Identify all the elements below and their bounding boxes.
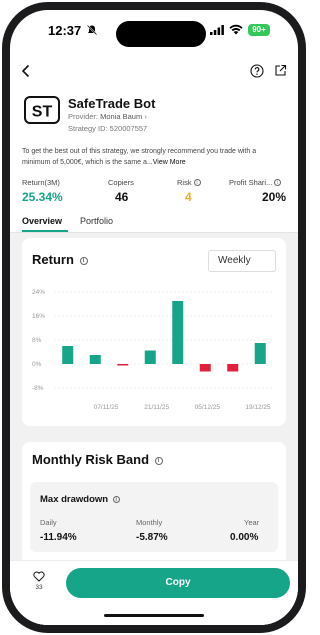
stat-label-risk: Risk i: [177, 178, 201, 187]
info-icon[interactable]: i: [274, 179, 282, 186]
description-text: To get the best out of this strategy, we…: [22, 148, 257, 166]
bot-name: SafeTrade Bot: [68, 96, 156, 111]
y-tick-label: 0%: [32, 361, 42, 368]
home-indicator: [104, 614, 204, 617]
info-icon[interactable]: i: [154, 457, 163, 465]
stat-value-return: 25.34%: [22, 190, 63, 204]
x-tick-label: 05/12/25: [195, 404, 221, 411]
chart-bar: [227, 364, 239, 372]
stat-label-copiers: Copiers: [108, 178, 134, 187]
stat-value-profit-share: 20%: [262, 190, 287, 204]
copy-button[interactable]: Copy: [66, 568, 290, 598]
battery-indicator: 90+: [248, 24, 270, 36]
stat-value-risk: 4: [185, 190, 192, 204]
chart-bar: [199, 364, 211, 372]
heart-icon: [33, 571, 45, 582]
info-icon[interactable]: i: [79, 257, 88, 265]
tab-portfolio[interactable]: Portfolio: [80, 216, 113, 226]
chart-bar: [117, 364, 129, 366]
provider-label: Provider:: [68, 112, 101, 121]
drawdown-monthly-label: Monthly: [136, 518, 163, 527]
bot-logo: ST: [24, 96, 60, 124]
help-icon[interactable]: [250, 64, 264, 78]
y-tick-label: 24%: [32, 289, 45, 296]
drawdown-daily-value: -11.94%: [40, 532, 77, 543]
chart-bar: [144, 350, 156, 364]
stat-label-profit-share: Profit Shari... i: [229, 178, 282, 187]
y-tick-label: 8%: [32, 337, 42, 344]
tab-overview[interactable]: Overview: [22, 216, 62, 226]
signal-icon: [210, 25, 224, 35]
drawdown-year-label: Year: [244, 518, 260, 527]
status-time: 12:37: [48, 23, 82, 38]
drawdown-year-value: 0.00%: [230, 532, 259, 543]
drawdown-daily-label: Daily: [40, 518, 57, 527]
strategy-id: Strategy ID: 520007557: [68, 124, 148, 133]
chart-bar: [172, 301, 184, 364]
bell-muted-icon: [86, 24, 98, 36]
chart-bar: [62, 346, 74, 364]
chevron-right-icon: ›: [144, 112, 147, 121]
stat-value-copiers: 46: [115, 190, 129, 204]
stat-label-return: Return(3M): [22, 178, 60, 187]
bottom-action-bar: 33 Copy: [10, 560, 298, 625]
risk-band-title: Monthly Risk Band i: [32, 452, 163, 467]
return-card: Return i Weekly 24% 16% 8% 0% -8% 07/11/25 21/…: [22, 238, 286, 426]
x-tick-label: 07/11/25: [94, 404, 119, 411]
like-button[interactable]: 33: [24, 571, 54, 591]
period-select[interactable]: Weekly: [208, 250, 276, 272]
app-screen: 12:37 90+ ST SafeTrade Bot Provider: Mon…: [10, 10, 298, 625]
y-tick-label: 16%: [32, 313, 45, 320]
top-nav: [10, 62, 298, 84]
y-tick-label: -8%: [32, 385, 44, 392]
max-drawdown-title: Max drawdown i: [40, 494, 120, 505]
info-icon[interactable]: i: [112, 496, 120, 503]
phone-frame: 12:37 90+ ST SafeTrade Bot Provider: Mon…: [2, 2, 306, 633]
max-drawdown-box: Max drawdown i Daily -11.94% Monthly -5.…: [30, 482, 278, 552]
wifi-icon: [229, 24, 243, 35]
like-count: 33: [35, 584, 43, 591]
dynamic-island: [116, 21, 206, 47]
drawdown-monthly-value: -5.87%: [136, 532, 168, 543]
chart-bar: [89, 355, 101, 364]
view-more-link[interactable]: View More: [153, 159, 186, 166]
strategy-description: To get the best out of this strategy, we…: [22, 146, 286, 168]
info-icon[interactable]: i: [193, 179, 201, 186]
back-arrow-icon[interactable]: [20, 64, 32, 78]
return-title: Return i: [32, 252, 88, 267]
bot-logo-text: ST: [32, 104, 53, 121]
provider-line[interactable]: Provider: Monia Baum ›: [68, 112, 147, 121]
x-tick-label: 19/12/25: [245, 404, 271, 411]
status-bar: 12:37 90+: [10, 10, 298, 54]
provider-name[interactable]: Monia Baum: [100, 112, 142, 121]
x-tick-label: 21/11/25: [144, 404, 169, 411]
external-link-icon[interactable]: [274, 64, 287, 77]
period-select-value: Weekly: [218, 255, 251, 266]
return-bar-chart: 24% 16% 8% 0% -8% 07/11/25 21/11/25 05/12/25 19/…: [32, 289, 274, 411]
chart-bar: [254, 343, 266, 364]
